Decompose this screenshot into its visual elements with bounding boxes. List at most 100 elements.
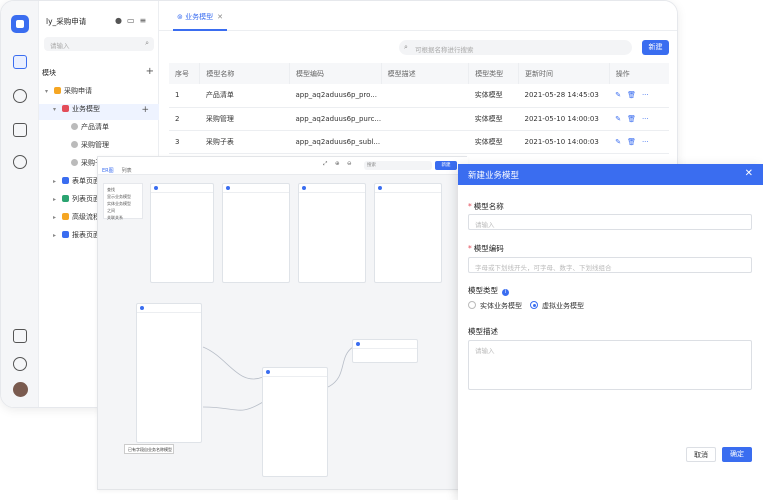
- radio-checked-icon[interactable]: [530, 301, 538, 309]
- radio-label: 虚拟业务模型: [542, 302, 584, 310]
- folder-icon[interactable]: ▭: [127, 16, 140, 25]
- required-mark: *: [468, 244, 472, 253]
- dialog-title: 新建业务模型: [468, 171, 520, 181]
- tree-node-label: 采购管理: [81, 141, 109, 149]
- search-icon[interactable]: ⌕: [145, 39, 149, 48]
- entity-card[interactable]: [222, 183, 290, 283]
- table-row[interactable]: 2 采购管理 app_aq2aduus6p_purc... 实体模型 2021-…: [169, 107, 669, 131]
- new-model-button[interactable]: 新建: [642, 40, 669, 55]
- more-icon[interactable]: ···: [642, 115, 649, 123]
- settings-icon[interactable]: [13, 155, 27, 169]
- model-search-input[interactable]: ⌕ 可根据名称进行搜索: [399, 40, 632, 55]
- column-header: 模型类型: [468, 63, 519, 84]
- model-name-field[interactable]: 请输入: [468, 214, 752, 230]
- dialog-header: 新建业务模型 ✕: [458, 164, 763, 185]
- cell-desc: [381, 84, 469, 108]
- type-label-text: 模型类型: [468, 286, 498, 295]
- delete-icon[interactable]: 🗑: [627, 91, 636, 99]
- tab-bar: ⊚ 业务模型 ✕: [159, 1, 677, 31]
- documents-icon[interactable]: [13, 55, 27, 69]
- tree-node-product-list[interactable]: 产品清单: [39, 122, 159, 138]
- tab-label: 业务模型: [185, 13, 214, 21]
- chevron-right-icon[interactable]: ▸: [53, 196, 62, 203]
- type-label: 模型类型 i: [468, 285, 509, 296]
- more-icon[interactable]: ···: [642, 91, 649, 99]
- cell-code: app_aq2aduus6p_pro...: [289, 84, 382, 108]
- avatar[interactable]: [13, 382, 28, 397]
- tree-search-input[interactable]: 请输入 ⌕: [44, 37, 154, 51]
- menu-icon[interactable]: ≡: [140, 16, 152, 25]
- entity-card-header: [299, 184, 365, 193]
- model-code-field[interactable]: 字母或下划线开头，可字母、数字、下划线组合: [468, 257, 752, 273]
- bell-icon[interactable]: ●: [115, 16, 127, 25]
- radio-virtual-model[interactable]: 虚拟业务模型: [530, 301, 584, 311]
- desc-label: 模型描述: [468, 326, 498, 337]
- model-desc-textarea[interactable]: 请输入: [468, 340, 752, 390]
- entity-card[interactable]: [136, 303, 202, 443]
- flag-icon[interactable]: [13, 123, 27, 137]
- cancel-button[interactable]: 取消: [686, 447, 716, 462]
- model-table: 序号 模型名称 模型编码 模型描述 模型类型 更新时间 操作 1 产品清单 ap…: [169, 63, 669, 154]
- cell-time: 2021-05-10 14:00:03: [518, 107, 610, 131]
- more-icon[interactable]: ···: [642, 138, 649, 146]
- er-diagram-canvas[interactable]: ER图 列表 ⤢ ⊕ ⊖ 搜索 新建 查找 显示业务模型 实体业务模型 之间 关联…: [97, 156, 468, 490]
- model-search-placeholder: 可根据名称进行搜索: [415, 46, 474, 54]
- chevron-right-icon[interactable]: ▸: [53, 214, 62, 221]
- tree-node-label: 高级流程: [72, 213, 100, 221]
- table-row[interactable]: 3 采购子表 app_aq2aduus6p_subl... 实体模型 2021-…: [169, 130, 669, 154]
- cell-time: 2021-05-10 14:00:03: [518, 130, 610, 154]
- table-icon: [71, 141, 78, 148]
- desc-label-text: 模型描述: [468, 327, 498, 336]
- add-icon[interactable]: +: [141, 105, 149, 115]
- tree-toolbar[interactable]: ●▭≡: [115, 16, 151, 25]
- cube-icon[interactable]: [13, 89, 27, 103]
- cell-index: 2: [169, 107, 200, 131]
- edit-icon[interactable]: ✎: [615, 138, 621, 146]
- tree-node-purchase-manage[interactable]: 采购管理: [39, 140, 159, 156]
- chevron-down-icon[interactable]: ▾: [53, 106, 62, 113]
- radio-circle-icon[interactable]: [468, 301, 476, 309]
- tree-node-business-model[interactable]: ▾ 业务模型 +: [39, 104, 159, 120]
- tree-node-purchase[interactable]: ▾ 采购申请: [39, 86, 159, 102]
- panel-toggle-icon[interactable]: [13, 329, 27, 343]
- tree-node-label: 表单页面: [72, 177, 100, 185]
- chevron-right-icon[interactable]: ▸: [53, 178, 62, 185]
- row-actions: ✎ 🗑 ···: [609, 130, 669, 154]
- info-icon[interactable]: i: [502, 289, 509, 296]
- cell-desc: [381, 107, 469, 131]
- column-header: 操作: [609, 63, 669, 84]
- confirm-button[interactable]: 确定: [722, 447, 752, 462]
- radio-entity-model[interactable]: 实体业务模型: [468, 301, 522, 311]
- entity-card[interactable]: [352, 339, 418, 363]
- help-icon[interactable]: [13, 357, 27, 371]
- chevron-right-icon[interactable]: ▸: [53, 232, 62, 239]
- delete-icon[interactable]: 🗑: [627, 138, 636, 146]
- cell-code: app_aq2aduus6p_subl...: [289, 130, 382, 154]
- entity-card[interactable]: [298, 183, 366, 283]
- module-header-label: 模块: [42, 69, 56, 77]
- close-icon[interactable]: ✕: [745, 168, 753, 179]
- edit-icon[interactable]: ✎: [615, 115, 621, 123]
- chevron-down-icon[interactable]: ▾: [45, 88, 54, 95]
- tree-node-label: 采购申请: [64, 87, 92, 95]
- search-icon: ⌕: [404, 43, 408, 51]
- entity-card[interactable]: [262, 367, 328, 477]
- edit-icon[interactable]: ✎: [615, 91, 621, 99]
- entity-card[interactable]: [150, 183, 214, 283]
- cell-name: 采购管理: [199, 107, 290, 131]
- add-module-icon[interactable]: +: [146, 66, 154, 77]
- table-icon: [71, 123, 78, 130]
- column-header: 更新时间: [518, 63, 610, 84]
- tree-node-label: 报表页面: [72, 231, 100, 239]
- delete-icon[interactable]: 🗑: [627, 115, 636, 123]
- relation-line: [202, 346, 264, 380]
- flow-icon: [62, 213, 69, 220]
- entity-card-header: [263, 368, 327, 377]
- entity-card[interactable]: [374, 183, 442, 283]
- cell-type: 实体模型: [468, 107, 519, 131]
- tab-business-model[interactable]: ⊚ 业务模型 ✕: [173, 9, 227, 31]
- table-row[interactable]: 1 产品清单 app_aq2aduus6p_pro... 实体模型 2021-0…: [169, 84, 669, 108]
- cell-desc: [381, 130, 469, 154]
- close-icon[interactable]: ✕: [217, 13, 223, 21]
- table-icon: [71, 159, 78, 166]
